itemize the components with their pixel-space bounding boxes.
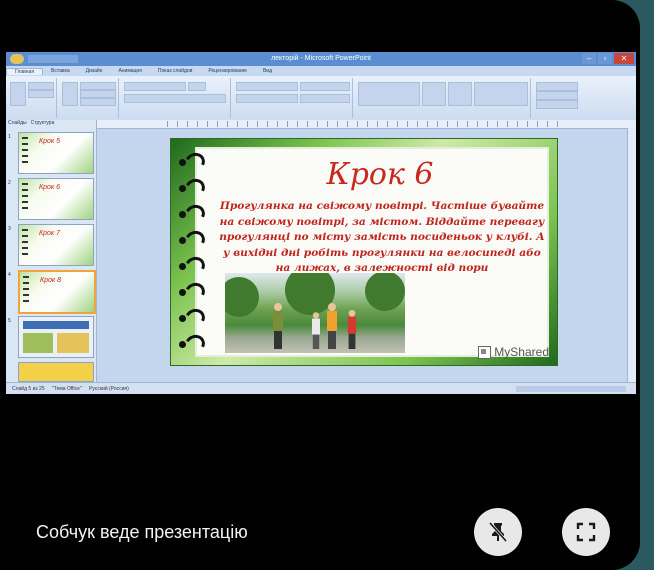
thumbnail-title: Крок 6 (39, 184, 61, 191)
shared-screen: лекторій - Microsoft PowerPoint – ▫ ✕ Гл… (6, 52, 636, 394)
current-slide[interactable]: Крок 6 Прогулянка на свіжому повітрі. Ча… (170, 138, 558, 366)
arrange-button[interactable] (422, 82, 446, 106)
thumbnail-number: 5 (8, 318, 11, 324)
ribbon-group-slides (58, 78, 119, 118)
thumbnail-title: Крок 7 (39, 230, 61, 237)
zoom-slider[interactable] (516, 386, 626, 392)
font-size-select[interactable] (188, 82, 206, 91)
slide-thumbnail[interactable] (18, 362, 94, 382)
ribbon-group-drawing (354, 78, 531, 118)
text-direction-button[interactable] (300, 82, 350, 91)
tab-home[interactable]: Главная (6, 67, 44, 75)
copy-button[interactable] (28, 90, 54, 98)
thumbnail-number: 2 (8, 180, 11, 186)
slide-thumbnail-selected[interactable]: Крок 8 (18, 270, 96, 314)
slide-title: Крок 6 (326, 157, 434, 192)
quick-styles-button[interactable] (448, 82, 472, 106)
status-language: Русский (Россия) (89, 386, 129, 392)
slides-pane: Слайды Структура 1 Крок 5 2 Крок 6 3 Кро… (6, 120, 97, 382)
find-button[interactable] (536, 82, 578, 91)
tab-design[interactable]: Дизайн (78, 68, 111, 74)
slide-thumbnail[interactable] (18, 316, 94, 358)
ribbon (6, 76, 636, 121)
slide-thumbnail[interactable]: Крок 5 (18, 132, 94, 174)
myshared-logo-icon (478, 345, 492, 359)
slide-body-text: Прогулянка на свіжому повітрі. Частіше б… (219, 200, 545, 275)
delete-button[interactable] (80, 98, 116, 106)
tab-view[interactable]: Вид (255, 68, 280, 74)
window-titlebar: лекторій - Microsoft PowerPoint – ▫ ✕ (6, 52, 636, 66)
maximize-icon[interactable]: ▫ (598, 53, 612, 64)
tab-insert[interactable]: Вставка (43, 68, 78, 74)
font-select[interactable] (124, 82, 186, 91)
new-slide-button[interactable] (62, 82, 78, 106)
layout-button[interactable] (80, 82, 116, 90)
unpin-icon (488, 522, 508, 542)
ribbon-group-editing (532, 78, 636, 118)
fullscreen-button[interactable] (562, 508, 610, 556)
tab-animation[interactable]: Анимация (110, 68, 149, 74)
ribbon-group-font (120, 78, 231, 118)
myshared-watermark: MyShared (478, 345, 549, 359)
paste-button[interactable] (10, 82, 26, 106)
status-bar: Слайд 5 из 25 "Тема Office" Русский (Рос… (6, 382, 636, 394)
list-buttons[interactable] (236, 82, 298, 91)
unpin-button[interactable] (474, 508, 522, 556)
tab-slideshow[interactable]: Показ слайдов (150, 68, 200, 74)
slide-thumbnail[interactable]: Крок 6 (18, 178, 94, 220)
close-icon[interactable]: ✕ (614, 53, 634, 64)
presenter-caption: Собчук веде презентацію (36, 522, 248, 542)
tab-slides[interactable]: Слайды (8, 120, 27, 128)
status-slide-count: Слайд 5 из 25 (12, 386, 45, 392)
ribbon-group-paragraph (232, 78, 353, 118)
tab-review[interactable]: Рецензирование (200, 68, 255, 74)
reset-button[interactable] (80, 90, 116, 98)
cut-button[interactable] (28, 82, 54, 90)
thumbnail-title: Крок 5 (39, 138, 61, 145)
meeting-tile: лекторій - Microsoft PowerPoint – ▫ ✕ Гл… (0, 0, 640, 570)
fullscreen-icon (576, 522, 596, 542)
slide-edit-area: Крок 6 Прогулянка на свіжому повітрі. Ча… (97, 120, 636, 382)
spiral-binding (177, 150, 208, 356)
ribbon-group-clipboard (6, 78, 57, 118)
select-button[interactable] (536, 100, 578, 109)
align-buttons[interactable] (236, 94, 298, 103)
ribbon-tabs: Главная Вставка Дизайн Анимация Показ сл… (6, 66, 636, 76)
shape-fill-buttons[interactable] (474, 82, 528, 106)
vertical-scrollbar[interactable] (627, 128, 636, 382)
thumbnail-number: 1 (8, 134, 11, 140)
shapes-gallery[interactable] (358, 82, 420, 106)
status-theme: "Тема Office" (52, 386, 82, 392)
thumbnail-title: Крок 8 (40, 277, 62, 284)
smartart-button[interactable] (300, 94, 350, 103)
thumbnail-number: 4 (8, 272, 11, 278)
minimize-icon[interactable]: – (582, 53, 596, 64)
pane-tabs: Слайды Структура (6, 120, 98, 128)
font-format-buttons[interactable] (124, 94, 226, 103)
replace-button[interactable] (536, 91, 578, 100)
ruler (97, 120, 636, 129)
slide-thumbnail[interactable]: Крок 7 (18, 224, 94, 266)
thumbnail-number: 3 (8, 226, 11, 232)
family-walking-photo (225, 273, 405, 353)
window-controls: – ▫ ✕ (582, 53, 634, 65)
window-title: лекторій - Microsoft PowerPoint (271, 55, 371, 62)
tab-outline[interactable]: Структура (31, 120, 55, 128)
